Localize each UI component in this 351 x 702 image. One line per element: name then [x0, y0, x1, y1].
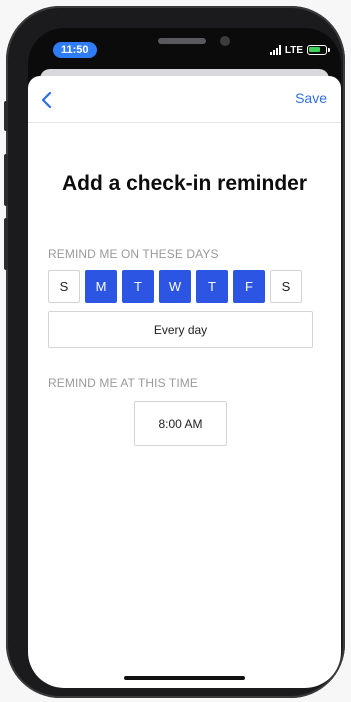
chevron-left-icon — [41, 91, 52, 109]
time-section-label: REMIND ME AT THIS TIME — [48, 376, 198, 390]
phone-screen: 11:50 LTE Save Add a check-in reminder R… — [28, 28, 341, 688]
signal-icon — [269, 45, 281, 55]
every-day-button[interactable]: Every day — [48, 311, 313, 348]
home-indicator — [124, 676, 245, 680]
reminder-sheet: Save Add a check-in reminder REMIND ME O… — [28, 76, 341, 688]
network-label: LTE — [284, 44, 303, 56]
side-button-volume-down — [4, 218, 8, 270]
camera — [220, 36, 230, 46]
day-toggle-friday[interactable]: F — [233, 270, 265, 303]
save-button[interactable]: Save — [295, 90, 327, 106]
nav-bar: Save — [28, 76, 341, 123]
day-toggle-thursday[interactable]: T — [196, 270, 228, 303]
day-toggle-sunday[interactable]: S — [48, 270, 80, 303]
day-toggle-monday[interactable]: M — [85, 270, 117, 303]
speaker — [158, 38, 206, 44]
day-toggle-wednesday[interactable]: W — [159, 270, 191, 303]
day-toggle-tuesday[interactable]: T — [122, 270, 154, 303]
side-button-volume-up — [4, 154, 8, 206]
battery-icon — [307, 45, 330, 55]
day-selector: S M T W T F S — [48, 270, 302, 303]
back-button[interactable] — [34, 88, 58, 112]
notch — [98, 28, 273, 56]
page-title: Add a check-in reminder — [61, 172, 308, 195]
status-time: 11:50 — [53, 42, 97, 58]
time-picker-field[interactable]: 8:00 AM — [134, 401, 227, 446]
status-indicators: LTE — [269, 43, 330, 57]
phone-frame: 11:50 LTE Save Add a check-in reminder R… — [4, 6, 345, 698]
day-toggle-saturday[interactable]: S — [270, 270, 302, 303]
side-button-mute — [4, 101, 8, 131]
days-section-label: REMIND ME ON THESE DAYS — [48, 247, 219, 261]
